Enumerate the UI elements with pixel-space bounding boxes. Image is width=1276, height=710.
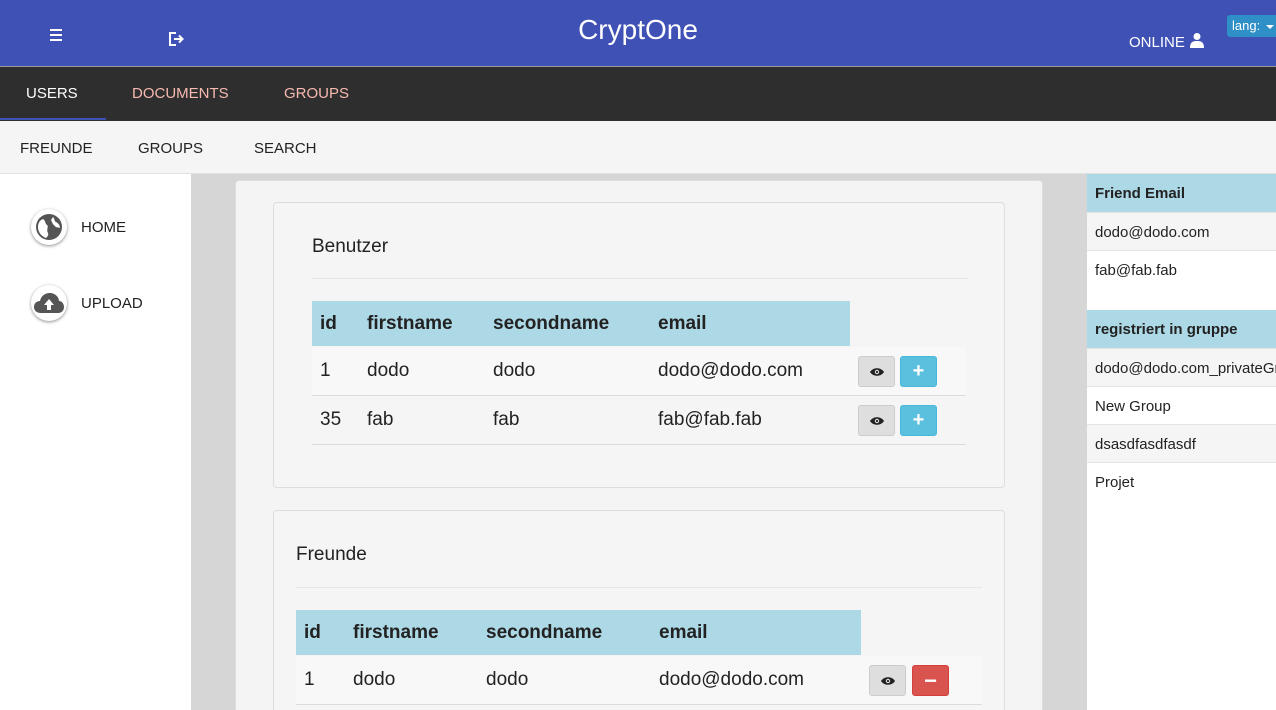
group-item[interactable]: New Group xyxy=(1087,386,1276,424)
panel-title: Benutzer xyxy=(312,236,389,257)
add-friend-button[interactable]: + xyxy=(900,356,937,387)
friend-email-header: Friend Email xyxy=(1087,174,1276,212)
group-item[interactable]: dsasdfasdfasdf xyxy=(1087,424,1276,462)
freunde-panel: Freunde id firstname secondname email 1 … xyxy=(273,510,1005,710)
remove-friend-button[interactable]: − xyxy=(912,665,949,696)
cell-id: 35 xyxy=(320,409,342,430)
cell-id: 1 xyxy=(304,669,315,690)
sidebar-item-label: UPLOAD xyxy=(81,294,143,312)
group-item[interactable]: Projet xyxy=(1087,462,1276,500)
panel-title: Freunde xyxy=(296,544,367,565)
cell-secondname: dodo xyxy=(493,360,536,381)
subnav-item-freunde[interactable]: FREUNDE xyxy=(20,140,93,157)
app-title: CryptOne xyxy=(578,14,698,45)
caret-down-icon xyxy=(1264,18,1274,33)
sidebar-item-home[interactable]: HOME xyxy=(31,209,126,245)
sidebar-item-upload[interactable]: UPLOAD xyxy=(31,285,143,321)
col-header-secondname: secondname xyxy=(486,622,603,643)
cell-secondname: dodo xyxy=(486,669,529,690)
lang-dropdown[interactable]: lang: xyxy=(1227,15,1276,37)
globe-icon xyxy=(31,209,67,245)
table-header: id firstname secondname email xyxy=(312,301,850,346)
table-row: 1 dodo dodo dodo@dodo.com + xyxy=(312,347,966,396)
eye-icon xyxy=(869,416,884,425)
col-header-secondname: secondname xyxy=(493,313,610,334)
table-row: 35 fab fab fab@fab.fab + xyxy=(312,396,966,445)
add-friend-button[interactable]: + xyxy=(900,405,937,436)
col-header-id: id xyxy=(320,313,337,334)
col-header-firstname: firstname xyxy=(353,622,439,643)
eye-icon xyxy=(869,367,884,376)
main-nav: USERS DOCUMENTS GROUPS xyxy=(0,66,1276,121)
right-sidebar: Friend Email dodo@dodo.com fab@fab.fab r… xyxy=(1087,174,1276,710)
sub-nav: FREUNDE GROUPS SEARCH xyxy=(0,121,1276,174)
eye-icon xyxy=(880,676,895,685)
groups-header: registriert in gruppe xyxy=(1087,310,1276,348)
table-row: 1 dodo dodo dodo@dodo.com − xyxy=(296,656,982,705)
cloud-upload-icon xyxy=(31,285,67,321)
view-button[interactable] xyxy=(869,665,906,696)
active-tab-indicator xyxy=(0,118,106,120)
col-header-firstname: firstname xyxy=(367,313,453,334)
sidebar-item-label: HOME xyxy=(81,218,126,236)
top-bar: CryptOne ONLINE lang: xyxy=(0,0,1276,66)
cell-secondname: fab xyxy=(493,409,520,430)
friend-email-item[interactable]: fab@fab.fab xyxy=(1087,250,1276,288)
benutzer-panel: Benutzer id firstname secondname email 1… xyxy=(273,202,1005,488)
subnav-item-search[interactable]: SEARCH xyxy=(254,140,317,157)
col-header-email: email xyxy=(659,622,708,643)
left-sidebar: HOME UPLOAD xyxy=(0,174,191,710)
cell-firstname: fab xyxy=(367,409,394,430)
view-button[interactable] xyxy=(858,356,895,387)
cell-firstname: dodo xyxy=(353,669,396,690)
cell-email: fab@fab.fab xyxy=(658,409,762,430)
table-header: id firstname secondname email xyxy=(296,610,861,655)
col-header-id: id xyxy=(304,622,321,643)
cell-email: dodo@dodo.com xyxy=(659,669,804,690)
tab-documents[interactable]: DOCUMENTS xyxy=(132,85,229,102)
cell-email: dodo@dodo.com xyxy=(658,360,803,381)
cell-id: 1 xyxy=(320,360,331,381)
lang-label: lang: xyxy=(1232,18,1261,33)
status-label: ONLINE xyxy=(1129,33,1185,51)
cell-firstname: dodo xyxy=(367,360,410,381)
subnav-item-groups[interactable]: GROUPS xyxy=(138,140,203,157)
online-status[interactable]: ONLINE xyxy=(1129,32,1205,52)
panel-divider xyxy=(312,278,968,279)
friend-email-item[interactable]: dodo@dodo.com xyxy=(1087,212,1276,250)
group-item[interactable]: dodo@dodo.com_privateGroup xyxy=(1087,348,1276,386)
col-header-email: email xyxy=(658,313,707,334)
user-icon xyxy=(1189,32,1205,52)
tab-groups[interactable]: GROUPS xyxy=(284,85,349,102)
panel-divider xyxy=(296,587,982,588)
view-button[interactable] xyxy=(858,405,895,436)
tab-users[interactable]: USERS xyxy=(26,85,78,102)
